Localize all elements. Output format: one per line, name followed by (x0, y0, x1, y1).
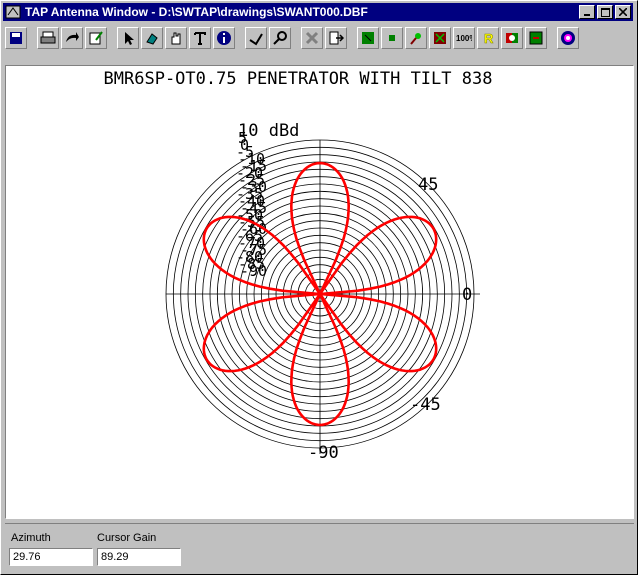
save-button[interactable] (5, 27, 27, 49)
red-square-icon (434, 32, 446, 44)
plot-area[interactable]: BMR6SP-OT0.75 PENETRATOR WITH TILT 838 10… (5, 65, 634, 519)
r-button[interactable]: R (477, 27, 499, 49)
zoom-100-button[interactable]: 100% (453, 27, 475, 49)
print-button[interactable] (37, 27, 59, 49)
paint-button[interactable] (141, 27, 163, 49)
move-icon (329, 31, 344, 45)
svg-text:100%: 100% (456, 34, 472, 43)
compare-icon (506, 33, 518, 43)
minimize-button[interactable] (579, 5, 595, 19)
pin-icon (410, 33, 421, 45)
r-icon: R (484, 31, 495, 46)
svg-text:R: R (484, 31, 494, 46)
export-arrow-button[interactable] (61, 27, 83, 49)
red-square-button[interactable] (429, 27, 451, 49)
edit-icon (89, 31, 103, 45)
green-box-icon (529, 31, 543, 45)
info-icon (217, 31, 231, 45)
maximize-button[interactable] (597, 5, 613, 19)
hand-icon (171, 32, 181, 45)
window-title: TAP Antenna Window - D:\SWTAP\drawings\S… (25, 5, 368, 19)
delete-button[interactable] (301, 27, 323, 49)
target-button[interactable] (557, 27, 579, 49)
angle-label-45: 45 (418, 175, 438, 195)
title-bar[interactable]: TAP Antenna Window - D:\SWTAP\drawings\S… (3, 3, 633, 21)
measure-icon (249, 33, 263, 46)
cursor-gain-field[interactable]: 89.29 (97, 548, 181, 566)
plot-title: BMR6SP-OT0.75 PENETRATOR WITH TILT 838 (104, 69, 493, 89)
toolbar: 100% R (3, 23, 633, 53)
pointer-button[interactable] (117, 27, 139, 49)
info-button[interactable] (213, 27, 235, 49)
zoom-100-icon: 100% (456, 34, 472, 43)
compare-button[interactable] (501, 27, 523, 49)
angle-label-minus45: -45 (410, 395, 441, 415)
green-square-button[interactable] (357, 27, 379, 49)
angle-label-0: 0 (462, 285, 472, 305)
hand-button[interactable] (165, 27, 187, 49)
paint-icon (146, 33, 158, 45)
text-icon (194, 32, 206, 45)
polar-chart: BMR6SP-OT0.75 PENETRATOR WITH TILT 83810… (104, 69, 493, 463)
save-icon (10, 32, 22, 44)
delete-icon (305, 31, 319, 45)
green-square-icon (362, 32, 374, 44)
zoom-button[interactable] (269, 27, 291, 49)
azimuth-label: Azimuth (11, 532, 51, 544)
angle-label-minus90: -90 (308, 443, 339, 463)
cursor-gain-label: Cursor Gain (97, 532, 157, 544)
target-icon (561, 31, 575, 45)
text-button[interactable] (189, 27, 211, 49)
status-bar: Azimuth 29.76 Cursor Gain 89.29 (5, 523, 634, 572)
pin-button[interactable] (405, 27, 427, 49)
minimize-icon (584, 14, 590, 16)
export-arrow-icon (66, 32, 79, 42)
antenna-window: TAP Antenna Window - D:\SWTAP\drawings\S… (0, 0, 638, 575)
pointer-icon (125, 32, 134, 45)
close-button[interactable] (615, 5, 631, 19)
azimuth-field[interactable]: 29.76 (9, 548, 93, 566)
measure-button[interactable] (245, 27, 267, 49)
green-box-button[interactable] (525, 27, 547, 49)
zoom-icon (273, 31, 287, 45)
ring-label: -90 (240, 262, 267, 280)
maximize-icon (600, 7, 610, 17)
small-green-button[interactable] (381, 27, 403, 49)
small-green-icon (389, 35, 395, 41)
edit-button[interactable] (85, 27, 107, 49)
print-icon (40, 31, 56, 44)
app-icon (5, 5, 21, 19)
move-button[interactable] (325, 27, 347, 49)
close-icon (619, 8, 627, 16)
